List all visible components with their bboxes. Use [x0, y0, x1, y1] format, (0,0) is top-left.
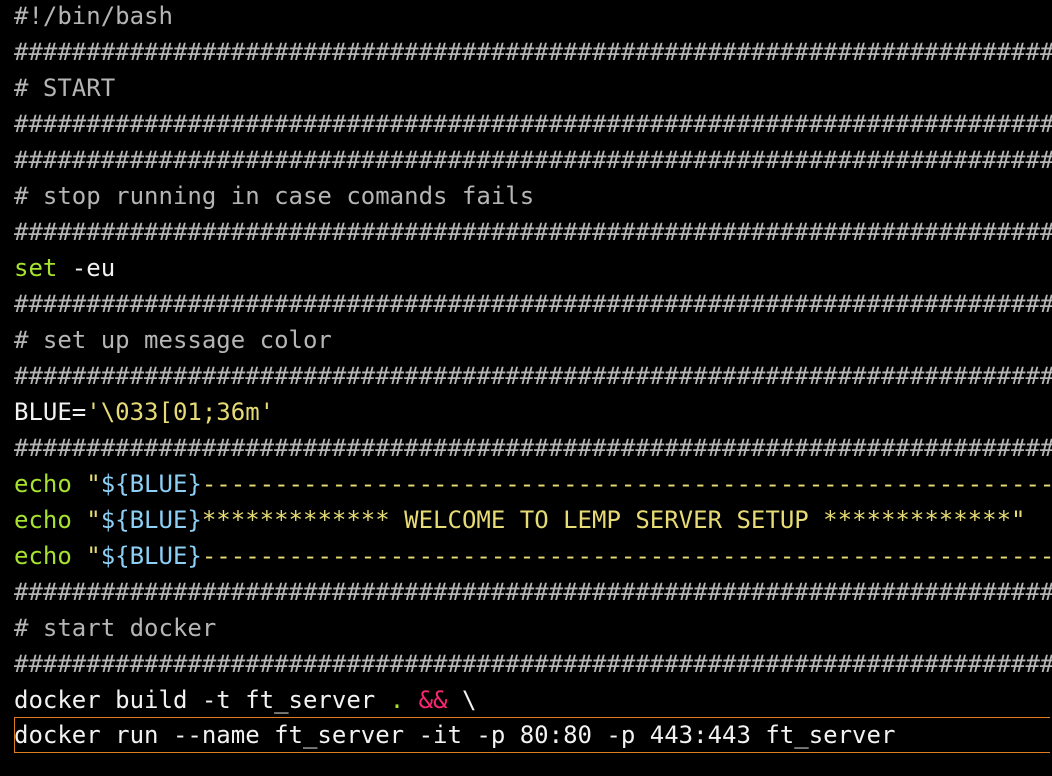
code-line[interactable]: #!/bin/bash	[14, 0, 1052, 34]
code-editor[interactable]: #!/bin/bash ############################…	[0, 0, 1052, 776]
comment-text: #!/bin/bash	[14, 2, 173, 30]
keyword-token: echo	[14, 470, 72, 498]
code-line[interactable]: # START	[14, 70, 1052, 106]
comment-text: ########################################…	[14, 290, 1052, 318]
code-line[interactable]: ########################################…	[14, 358, 1052, 394]
comment-text: # stop running in case comands fails	[14, 182, 535, 210]
variable-token: ${BLUE}	[100, 470, 202, 498]
code-line[interactable]: echo "${BLUE}---------------------------…	[14, 466, 1052, 502]
code-line[interactable]: ########################################…	[14, 286, 1052, 322]
keyword-token: echo	[14, 506, 72, 534]
variable-token: ${BLUE}	[100, 542, 202, 570]
code-line[interactable]: ########################################…	[14, 34, 1052, 70]
variable-token: ${BLUE}	[100, 506, 202, 534]
comment-text: ########################################…	[14, 578, 1052, 606]
comment-text: # START	[14, 74, 116, 102]
argument-token: -eu	[57, 254, 116, 282]
code-line[interactable]: # start docker	[14, 610, 1052, 646]
keyword-token: set	[14, 254, 58, 282]
comment-text: ########################################…	[14, 434, 1052, 462]
code-line[interactable]: echo "${BLUE}************* WELCOME TO LE…	[14, 502, 1052, 538]
comment-text: ########################################…	[14, 362, 1052, 390]
string-token: ----------------------------------------…	[201, 542, 1052, 570]
code-line[interactable]: ########################################…	[14, 142, 1052, 178]
dot-token: .	[389, 686, 405, 714]
string-token: ************* WELCOME TO LEMP SERVER SET…	[201, 506, 1026, 534]
string-token: '\033[01;36m'	[86, 398, 275, 426]
continuation-token: \	[447, 686, 477, 714]
operator-token: &&	[418, 686, 448, 714]
code-line[interactable]: ########################################…	[14, 574, 1052, 610]
code-line[interactable]: BLUE='\033[01;36m'	[14, 394, 1052, 430]
comment-text: ########################################…	[14, 110, 1052, 138]
code-line[interactable]: # set up message color	[14, 322, 1052, 358]
code-line[interactable]: ########################################…	[14, 430, 1052, 466]
code-line[interactable]: # stop running in case comands fails	[14, 178, 1052, 214]
string-token: "	[71, 470, 101, 498]
variable-name-token: BLUE=	[14, 398, 87, 426]
code-line-current[interactable]: docker run --name ft_server -it -p 80:80…	[14, 717, 1052, 753]
code-line[interactable]: ########################################…	[14, 214, 1052, 250]
command-token: docker run --name ft_server -it -p 80:80…	[14, 721, 896, 749]
comment-text: ########################################…	[14, 38, 1052, 66]
string-token: ----------------------------------------…	[201, 470, 1052, 498]
code-line[interactable]: ########################################…	[14, 106, 1052, 142]
command-token: docker build -t ft_server	[14, 686, 390, 714]
code-line[interactable]: echo "${BLUE}---------------------------…	[14, 538, 1052, 574]
code-line[interactable]: docker build -t ft_server . && \	[14, 682, 1052, 718]
string-token: "	[71, 542, 101, 570]
keyword-token: echo	[14, 542, 72, 570]
code-line[interactable]: ########################################…	[14, 646, 1052, 682]
comment-text: ########################################…	[14, 218, 1052, 246]
comment-text: # set up message color	[14, 326, 332, 354]
comment-text: ########################################…	[14, 650, 1052, 678]
comment-text: # start docker	[14, 614, 217, 642]
string-token: "	[71, 506, 101, 534]
comment-text: ########################################…	[14, 146, 1052, 174]
code-line[interactable]: set -eu	[14, 250, 1052, 286]
